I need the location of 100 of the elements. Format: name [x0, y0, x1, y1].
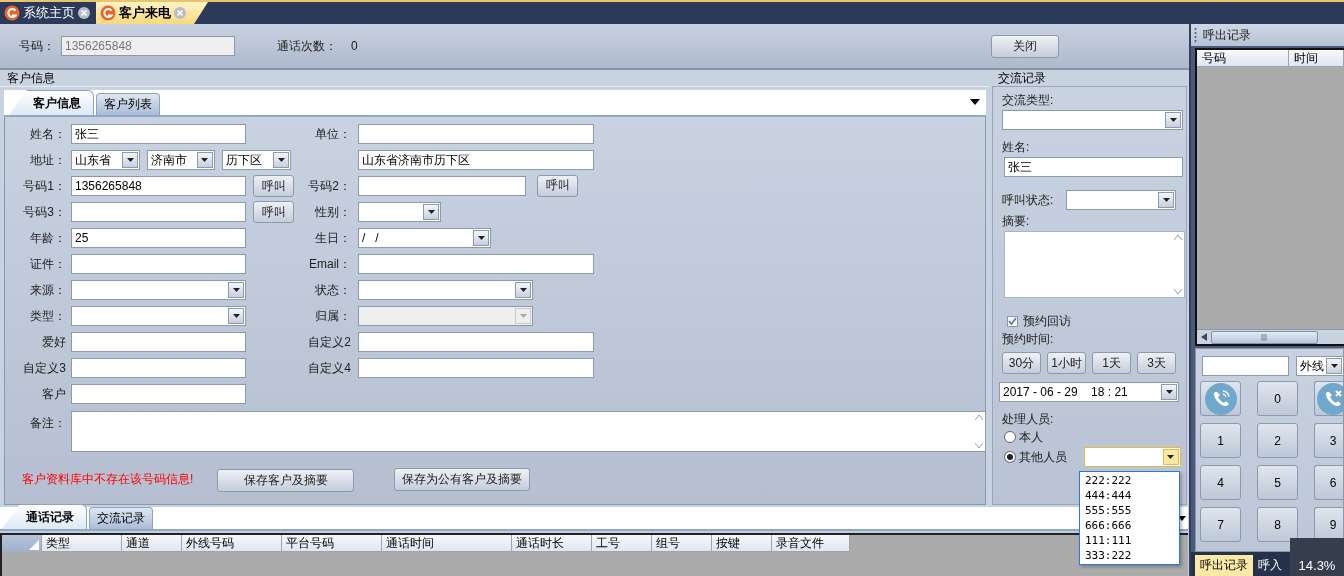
combo-box[interactable]: [358, 280, 533, 300]
dropdown-option[interactable]: 111:111: [1080, 533, 1179, 548]
dial-key[interactable]: 3: [1314, 423, 1343, 458]
group-title: 交流记录: [997, 70, 1047, 86]
combo-box[interactable]: 济南市: [147, 150, 215, 170]
field-label: 客户: [42, 387, 66, 401]
dial-key[interactable]: 0: [1257, 381, 1298, 416]
call-button[interactable]: 呼叫: [253, 201, 294, 223]
column-header[interactable]: 时间: [1289, 50, 1344, 67]
field-label: 姓名:: [1002, 140, 1031, 154]
combo-box[interactable]: [358, 202, 441, 222]
close-button[interactable]: 关闭: [991, 34, 1059, 58]
dial-key[interactable]: 8: [1257, 507, 1298, 542]
call-button[interactable]: 呼叫: [253, 175, 294, 197]
save-button[interactable]: 保存为公有客户及摘要: [394, 467, 530, 491]
input-field[interactable]: 张三: [1004, 157, 1183, 177]
dropdown-option[interactable]: 222:222: [1080, 473, 1179, 488]
column-header[interactable]: 平台号码: [282, 535, 382, 552]
column-header[interactable]: 号码: [1197, 50, 1290, 67]
tab[interactable]: 通话记录: [2, 504, 87, 529]
field-label: 号码：: [19, 37, 55, 55]
dropdown-option[interactable]: 555:555: [1080, 503, 1179, 518]
panel-title: 呼出记录: [1203, 26, 1251, 44]
quick-time-button[interactable]: 3天: [1137, 352, 1176, 374]
combo-box[interactable]: [1083, 447, 1181, 467]
input-field[interactable]: 山东省济南市历下区: [358, 150, 594, 170]
column-header[interactable]: 通话时间: [382, 535, 512, 552]
dial-key[interactable]: 4: [1200, 465, 1241, 500]
input-field[interactable]: 25: [71, 228, 246, 248]
field-label: 地址：: [30, 153, 66, 167]
combo-box[interactable]: 外线: [1296, 356, 1343, 376]
scroll-up-icon: [1174, 235, 1182, 240]
input-field[interactable]: [358, 332, 594, 352]
column-header[interactable]: 按键: [712, 535, 772, 552]
dial-key[interactable]: 2: [1257, 423, 1298, 458]
save-button[interactable]: 保存客户及摘要: [217, 469, 354, 492]
combo-box[interactable]: 山东省: [71, 150, 141, 170]
error-message: 客户资料库中不存在该号码信息!: [22, 470, 195, 488]
column-header[interactable]: 类型: [42, 535, 122, 552]
column-header[interactable]: 通话时长: [512, 535, 592, 552]
input-field[interactable]: 1356265848: [71, 176, 246, 196]
input-field[interactable]: [358, 358, 594, 378]
call-button[interactable]: 呼叫: [537, 174, 578, 197]
field-label: 号码3：: [23, 205, 66, 219]
tab[interactable]: 系统主页: [0, 2, 96, 24]
tab[interactable]: 客户信息: [9, 90, 94, 115]
dial-key[interactable]: 7: [1200, 507, 1241, 542]
combo-box[interactable]: [1066, 190, 1176, 210]
dial-key[interactable]: 5: [1257, 465, 1298, 500]
caret-icon: [427, 210, 435, 214]
caret-icon: [477, 236, 485, 240]
input-field[interactable]: 张三: [71, 124, 246, 144]
quick-time-button[interactable]: 1天: [1092, 352, 1131, 374]
dial-key[interactable]: 1: [1200, 423, 1241, 458]
input-field[interactable]: [71, 202, 246, 222]
text-area[interactable]: [71, 411, 986, 452]
radio-button[interactable]: [1004, 431, 1016, 443]
input-field[interactable]: [358, 124, 594, 144]
dropdown-option[interactable]: 444:444: [1080, 488, 1179, 503]
horizontal-scrollbar[interactable]: [1197, 329, 1344, 344]
logo-icon: [100, 5, 116, 21]
combo-box[interactable]: 历下区: [221, 150, 291, 170]
text-area[interactable]: [1004, 231, 1185, 298]
input-field[interactable]: [358, 176, 526, 196]
input-field[interactable]: [358, 254, 594, 274]
combo-box[interactable]: 2017 - 06 - 29 18 : 21: [999, 382, 1179, 402]
select-all-cell[interactable]: [2, 535, 42, 552]
dropdown-option[interactable]: 666:666: [1080, 518, 1179, 533]
dropdown-arrow-icon[interactable]: [1178, 516, 1186, 521]
tab[interactable]: 交流记录: [89, 507, 153, 529]
field-label: 性别：: [315, 205, 351, 219]
checkbox[interactable]: [1007, 315, 1018, 327]
input-field[interactable]: [71, 358, 246, 378]
dropdown-option[interactable]: 333:222: [1080, 548, 1179, 563]
hang-up-button[interactable]: [1314, 381, 1343, 416]
tab[interactable]: 客户来电: [96, 2, 208, 24]
tab-label: 系统主页: [23, 4, 75, 22]
tab[interactable]: 呼入: [1253, 555, 1287, 576]
input-field[interactable]: [71, 254, 246, 274]
tab[interactable]: 客户列表: [96, 93, 160, 115]
combo-box[interactable]: / /: [358, 228, 491, 248]
scroll-left-icon: [1201, 333, 1207, 341]
tab[interactable]: 呼出记录: [1195, 555, 1253, 576]
column-header[interactable]: 通道: [122, 535, 182, 552]
combo-box[interactable]: [71, 280, 246, 300]
column-header[interactable]: 外线号码: [182, 535, 282, 552]
combo-box[interactable]: [71, 306, 246, 326]
column-header[interactable]: 录音文件: [772, 535, 850, 552]
quick-time-button[interactable]: 1小时: [1047, 352, 1086, 374]
input-field[interactable]: [71, 332, 246, 352]
dropdown-arrow-icon[interactable]: [970, 99, 980, 105]
combo-box[interactable]: [1002, 110, 1183, 130]
quick-time-button[interactable]: 30分: [1002, 352, 1041, 374]
call-button[interactable]: [1200, 381, 1241, 416]
column-header[interactable]: 组号: [652, 535, 712, 552]
column-header[interactable]: 工号: [592, 535, 652, 552]
input-field[interactable]: [71, 384, 246, 404]
dial-key[interactable]: 6: [1314, 465, 1343, 500]
radio-button[interactable]: [1004, 451, 1016, 463]
input-field[interactable]: [1202, 356, 1290, 376]
